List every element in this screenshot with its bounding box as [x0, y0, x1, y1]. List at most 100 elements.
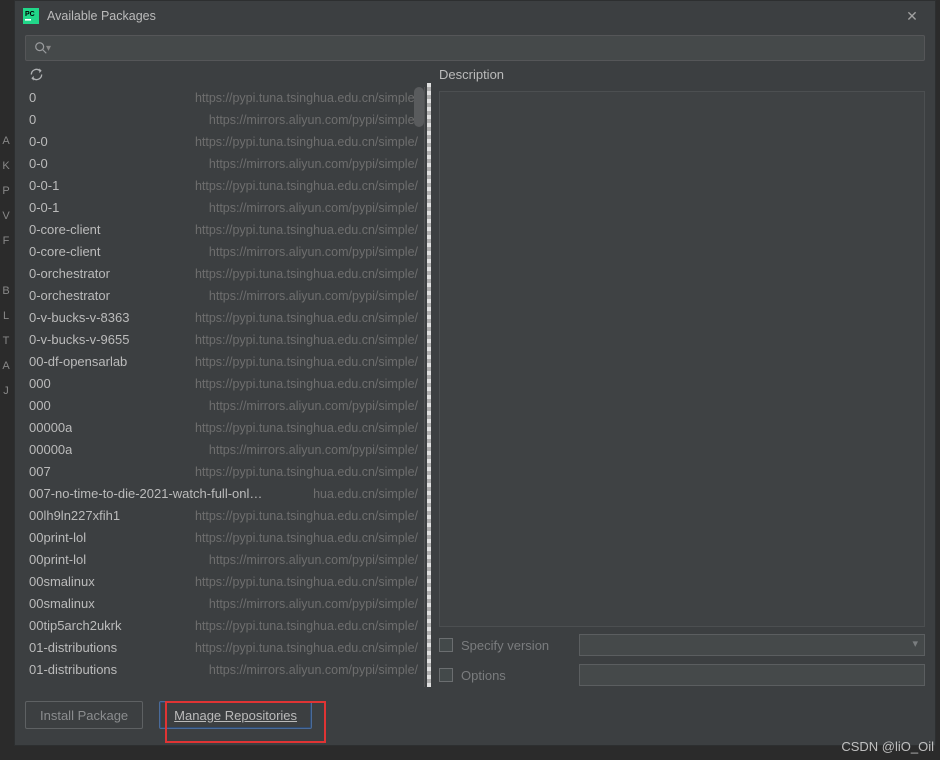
- package-source: https://mirrors.aliyun.com/pypi/simple/: [101, 245, 418, 259]
- package-row[interactable]: 007https://pypi.tuna.tsinghua.edu.cn/sim…: [25, 461, 424, 483]
- gutter-letter: V: [0, 210, 12, 235]
- package-source: https://pypi.tuna.tsinghua.edu.cn/simple…: [127, 355, 418, 369]
- package-name: 01-distributions: [29, 640, 117, 655]
- package-row[interactable]: 0-0-1https://mirrors.aliyun.com/pypi/sim…: [25, 197, 424, 219]
- titlebar: PC Available Packages ✕: [15, 1, 935, 31]
- gutter-letter: A: [0, 360, 12, 385]
- package-row[interactable]: 0-core-clienthttps://mirrors.aliyun.com/…: [25, 241, 424, 263]
- gutter-letter: [0, 260, 12, 285]
- description-area: [439, 91, 925, 627]
- package-row[interactable]: 00000ahttps://mirrors.aliyun.com/pypi/si…: [25, 439, 424, 461]
- package-row[interactable]: 000https://pypi.tuna.tsinghua.edu.cn/sim…: [25, 373, 424, 395]
- package-row[interactable]: 0-0https://pypi.tuna.tsinghua.edu.cn/sim…: [25, 131, 424, 153]
- package-row[interactable]: 00print-lolhttps://mirrors.aliyun.com/py…: [25, 549, 424, 571]
- package-row[interactable]: 007-no-time-to-die-2021-watch-full-onlin…: [25, 483, 424, 505]
- gutter-letter: K: [0, 160, 12, 185]
- install-package-button[interactable]: Install Package: [25, 701, 143, 729]
- package-row[interactable]: 000https://mirrors.aliyun.com/pypi/simpl…: [25, 395, 424, 417]
- package-row[interactable]: 00smalinuxhttps://mirrors.aliyun.com/pyp…: [25, 593, 424, 615]
- package-source: https://pypi.tuna.tsinghua.edu.cn/simple…: [72, 421, 418, 435]
- manage-repositories-button[interactable]: Manage Repositories: [159, 701, 312, 729]
- package-row[interactable]: 01-distributionshttps://mirrors.aliyun.c…: [25, 659, 424, 681]
- package-source: https://mirrors.aliyun.com/pypi/simple/: [51, 399, 418, 413]
- close-icon[interactable]: ✕: [897, 8, 927, 25]
- pycharm-icon: PC: [23, 8, 39, 24]
- package-row[interactable]: 00000ahttps://pypi.tuna.tsinghua.edu.cn/…: [25, 417, 424, 439]
- options-input[interactable]: [579, 664, 925, 686]
- package-name: 00lh9ln227xfih1: [29, 508, 120, 523]
- gutter-letter: P: [0, 185, 12, 210]
- package-row[interactable]: 01-distributionshttps://pypi.tuna.tsingh…: [25, 637, 424, 659]
- specify-version-checkbox[interactable]: [439, 638, 453, 652]
- package-row[interactable]: 0-v-bucks-v-9655https://pypi.tuna.tsingh…: [25, 329, 424, 351]
- dialog-title: Available Packages: [47, 9, 897, 23]
- package-row[interactable]: 0https://mirrors.aliyun.com/pypi/simple/: [25, 109, 424, 131]
- refresh-icon[interactable]: [29, 67, 44, 85]
- package-source: https://mirrors.aliyun.com/pypi/simple/: [95, 597, 418, 611]
- package-row[interactable]: 0-0https://mirrors.aliyun.com/pypi/simpl…: [25, 153, 424, 175]
- package-name: 0: [29, 112, 36, 127]
- package-row[interactable]: 0-v-bucks-v-8363https://pypi.tuna.tsingh…: [25, 307, 424, 329]
- package-name: 0: [29, 90, 36, 105]
- package-name: 0-0-1: [29, 200, 59, 215]
- package-source: https://pypi.tuna.tsinghua.edu.cn/simple…: [129, 333, 418, 347]
- package-source: https://pypi.tuna.tsinghua.edu.cn/simple…: [51, 377, 418, 391]
- package-name: 0-0-1: [29, 178, 59, 193]
- package-row[interactable]: 00print-lolhttps://pypi.tuna.tsinghua.ed…: [25, 527, 424, 549]
- available-packages-dialog: PC Available Packages ✕ ▾ 0https://pypi.…: [14, 0, 936, 746]
- package-source: https://pypi.tuna.tsinghua.edu.cn/simple…: [36, 91, 418, 105]
- gutter-letter: A: [0, 135, 12, 160]
- package-source: https://pypi.tuna.tsinghua.edu.cn/simple…: [120, 509, 418, 523]
- package-row[interactable]: 00-df-opensarlabhttps://pypi.tuna.tsingh…: [25, 351, 424, 373]
- package-name: 0-v-bucks-v-8363: [29, 310, 129, 325]
- package-source: https://pypi.tuna.tsinghua.edu.cn/simple…: [101, 223, 418, 237]
- package-name: 00smalinux: [29, 596, 95, 611]
- package-name: 00-df-opensarlab: [29, 354, 127, 369]
- package-row[interactable]: 00smalinuxhttps://pypi.tuna.tsinghua.edu…: [25, 571, 424, 593]
- package-source: https://mirrors.aliyun.com/pypi/simple/: [59, 201, 418, 215]
- package-source: https://pypi.tuna.tsinghua.edu.cn/simple…: [59, 179, 418, 193]
- package-name: 0-v-bucks-v-9655: [29, 332, 129, 347]
- package-name: 000: [29, 398, 51, 413]
- search-row: ▾: [15, 31, 935, 65]
- specify-version-row: Specify version: [439, 633, 925, 657]
- package-source: https://mirrors.aliyun.com/pypi/simple/: [86, 553, 418, 567]
- pane-splitter[interactable]: [427, 83, 431, 687]
- package-source: https://pypi.tuna.tsinghua.edu.cn/simple…: [129, 311, 418, 325]
- package-name: 000: [29, 376, 51, 391]
- gutter-letter: J: [0, 385, 12, 410]
- gutter-letter: L: [0, 310, 12, 335]
- gutter-letters: AKPVFBLTAJ: [0, 135, 12, 410]
- package-source: https://mirrors.aliyun.com/pypi/simple/: [36, 113, 418, 127]
- package-name: 01-distributions: [29, 662, 117, 677]
- package-name: 007-no-time-to-die-2021-watch-full-onlin…: [29, 486, 264, 501]
- package-row[interactable]: 0-0-1https://pypi.tuna.tsinghua.edu.cn/s…: [25, 175, 424, 197]
- package-row[interactable]: 00lh9ln227xfih1https://pypi.tuna.tsinghu…: [25, 505, 424, 527]
- package-row[interactable]: 0-orchestratorhttps://pypi.tuna.tsinghua…: [25, 263, 424, 285]
- scrollbar-thumb[interactable]: [414, 87, 424, 127]
- package-row[interactable]: 0https://pypi.tuna.tsinghua.edu.cn/simpl…: [25, 87, 424, 109]
- package-row[interactable]: 0-orchestratorhttps://mirrors.aliyun.com…: [25, 285, 424, 307]
- options-checkbox[interactable]: [439, 668, 453, 682]
- package-row[interactable]: 0-core-clienthttps://pypi.tuna.tsinghua.…: [25, 219, 424, 241]
- package-list-pane: 0https://pypi.tuna.tsinghua.edu.cn/simpl…: [25, 65, 425, 687]
- options-row: Options: [439, 663, 925, 687]
- package-source: https://pypi.tuna.tsinghua.edu.cn/simple…: [86, 531, 418, 545]
- gutter-letter: B: [0, 285, 12, 310]
- package-name: 0-orchestrator: [29, 288, 110, 303]
- gutter-letter: T: [0, 335, 12, 360]
- package-source: hua.edu.cn/simple/: [264, 487, 418, 501]
- package-list[interactable]: 0https://pypi.tuna.tsinghua.edu.cn/simpl…: [25, 87, 425, 687]
- package-name: 00000a: [29, 442, 72, 457]
- package-row[interactable]: 00tip5arch2ukrkhttps://pypi.tuna.tsinghu…: [25, 615, 424, 637]
- version-select[interactable]: [579, 634, 925, 656]
- search-dropdown-icon[interactable]: ▾: [46, 43, 51, 54]
- package-source: https://mirrors.aliyun.com/pypi/simple/: [117, 663, 418, 677]
- search-box[interactable]: ▾: [25, 35, 925, 61]
- search-input[interactable]: [55, 41, 918, 56]
- install-package-label: Install Package: [40, 708, 128, 723]
- package-name: 0-orchestrator: [29, 266, 110, 281]
- description-label: Description: [439, 67, 925, 87]
- package-name: 00000a: [29, 420, 72, 435]
- package-name: 0-core-client: [29, 244, 101, 259]
